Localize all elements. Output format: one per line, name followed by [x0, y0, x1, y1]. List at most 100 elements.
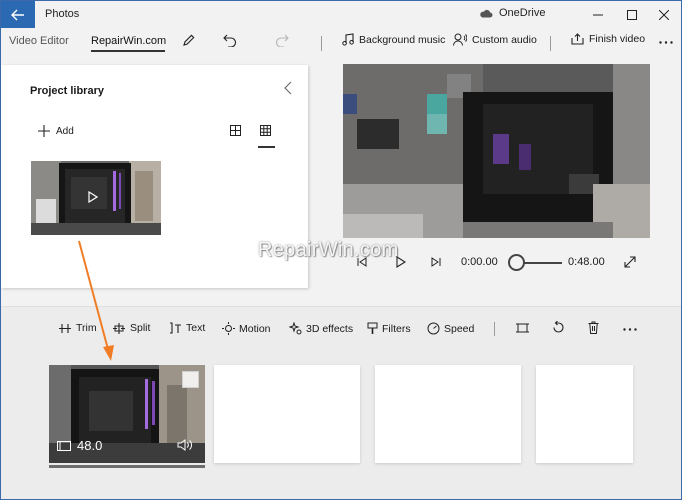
storyboard-empty-slot[interactable] [536, 365, 633, 463]
current-time: 0:00.00 [461, 256, 498, 268]
split-icon [113, 322, 125, 334]
storyboard-more-button[interactable] [623, 328, 637, 331]
play-thumbnail-button[interactable] [88, 191, 98, 203]
add-media-label: Add [56, 125, 74, 137]
text-icon [170, 322, 181, 334]
view-selected-indicator [258, 146, 275, 148]
music-note-icon [342, 33, 354, 46]
filters-button[interactable]: Filters [367, 322, 411, 335]
trim-label: Trim [76, 322, 97, 334]
storyboard-panel: Trim Split Text Motion 3D effects Filter… [1, 306, 681, 499]
title-bar: Photos OneDrive [1, 1, 681, 28]
more-dots-icon [659, 41, 673, 44]
rotate-icon [553, 321, 564, 333]
rotate-button[interactable] [552, 321, 565, 334]
background-music-label: Background music [359, 33, 446, 46]
redo-button[interactable] [275, 34, 289, 47]
cloud-icon [480, 9, 493, 17]
filter-brush-icon [367, 322, 378, 334]
minimize-button[interactable] [581, 1, 615, 28]
chevron-left-icon [284, 81, 292, 95]
share-export-icon [571, 33, 584, 45]
rename-button[interactable] [182, 34, 195, 47]
large-thumbnails-view-button[interactable] [230, 125, 241, 136]
video-clip-icon [57, 440, 71, 451]
trim-icon [59, 323, 71, 333]
sparkle-3d-icon [289, 322, 302, 335]
toolbar-separator [550, 36, 551, 51]
pencil-icon [183, 34, 195, 46]
app-title: Photos [45, 8, 80, 20]
project-library-title: Project library [30, 85, 104, 97]
background-music-button[interactable]: Background music [342, 33, 445, 46]
text-button[interactable]: Text [169, 322, 205, 334]
speed-button[interactable]: Speed [427, 322, 474, 335]
speed-label: Speed [444, 322, 475, 335]
card-volume-button[interactable] [177, 439, 193, 451]
filters-label: Filters [382, 322, 411, 335]
grid-small-icon [260, 125, 271, 136]
project-name-underline [91, 50, 165, 52]
expand-icon [624, 256, 636, 268]
storyboard-separator [494, 322, 495, 336]
video-preview[interactable] [343, 64, 650, 238]
redo-icon [275, 34, 289, 47]
editor-toolbar: Video Editor RepairWin.com Background mu… [1, 28, 681, 58]
card-duration-value: 48.0 [77, 438, 103, 453]
motion-label: Motion [239, 322, 271, 335]
onedrive-label: OneDrive [499, 7, 546, 19]
card-progress-bar [49, 465, 205, 468]
more-options-button[interactable] [659, 41, 673, 44]
close-icon [659, 9, 669, 20]
resize-button[interactable] [516, 322, 529, 334]
speedometer-icon [427, 322, 440, 335]
collapse-library-button[interactable] [284, 81, 292, 95]
split-button[interactable]: Split [112, 322, 150, 334]
custom-audio-label: Custom audio [472, 33, 537, 46]
plus-icon [38, 125, 50, 137]
library-video-thumbnail[interactable] [31, 161, 161, 235]
maximize-button[interactable] [615, 1, 649, 28]
undo-button[interactable] [223, 34, 237, 47]
delete-button[interactable] [588, 321, 599, 334]
3d-effects-label: 3D effects [306, 322, 354, 335]
3d-effects-button[interactable]: 3D effects [289, 322, 353, 335]
seek-slider-thumb[interactable] [508, 254, 525, 271]
total-time: 0:48.00 [568, 256, 605, 268]
grid-large-icon [230, 125, 241, 136]
custom-audio-button[interactable]: Custom audio [453, 33, 537, 46]
storyboard-empty-slot[interactable] [375, 365, 521, 463]
minimize-icon [593, 14, 603, 15]
back-button[interactable] [1, 1, 35, 28]
card-duration: 48.0 [57, 438, 102, 453]
split-label: Split [130, 322, 151, 334]
fullscreen-button[interactable] [624, 256, 636, 268]
project-name[interactable]: RepairWin.com [91, 35, 166, 47]
speaker-icon [177, 439, 192, 451]
toolbar-separator [321, 36, 322, 51]
onedrive-status[interactable]: OneDrive [479, 7, 545, 19]
finish-video-button[interactable]: Finish video [571, 33, 645, 45]
card-select-checkbox[interactable] [182, 371, 199, 388]
trim-button[interactable]: Trim [58, 322, 97, 334]
add-media-button[interactable]: Add [38, 125, 74, 137]
watermark-text: RepairWin.com [258, 239, 399, 261]
small-thumbnails-view-button[interactable] [260, 125, 271, 136]
step-forward-icon [431, 257, 441, 267]
motion-button[interactable]: Motion [222, 322, 271, 335]
next-frame-button[interactable] [431, 257, 441, 267]
play-icon [88, 191, 98, 203]
motion-icon [222, 322, 235, 335]
person-audio-icon [453, 33, 467, 46]
maximize-icon [627, 9, 637, 20]
breadcrumb-video-editor[interactable]: Video Editor [9, 35, 69, 47]
finish-video-label: Finish video [589, 33, 646, 45]
trash-icon [588, 321, 599, 334]
more-dots-icon [623, 328, 637, 331]
text-label: Text [186, 322, 206, 334]
back-arrow-icon [11, 9, 24, 20]
close-button[interactable] [647, 1, 681, 28]
undo-icon [223, 34, 237, 47]
storyboard-empty-slot[interactable] [214, 365, 360, 463]
resize-crop-icon [516, 323, 529, 333]
